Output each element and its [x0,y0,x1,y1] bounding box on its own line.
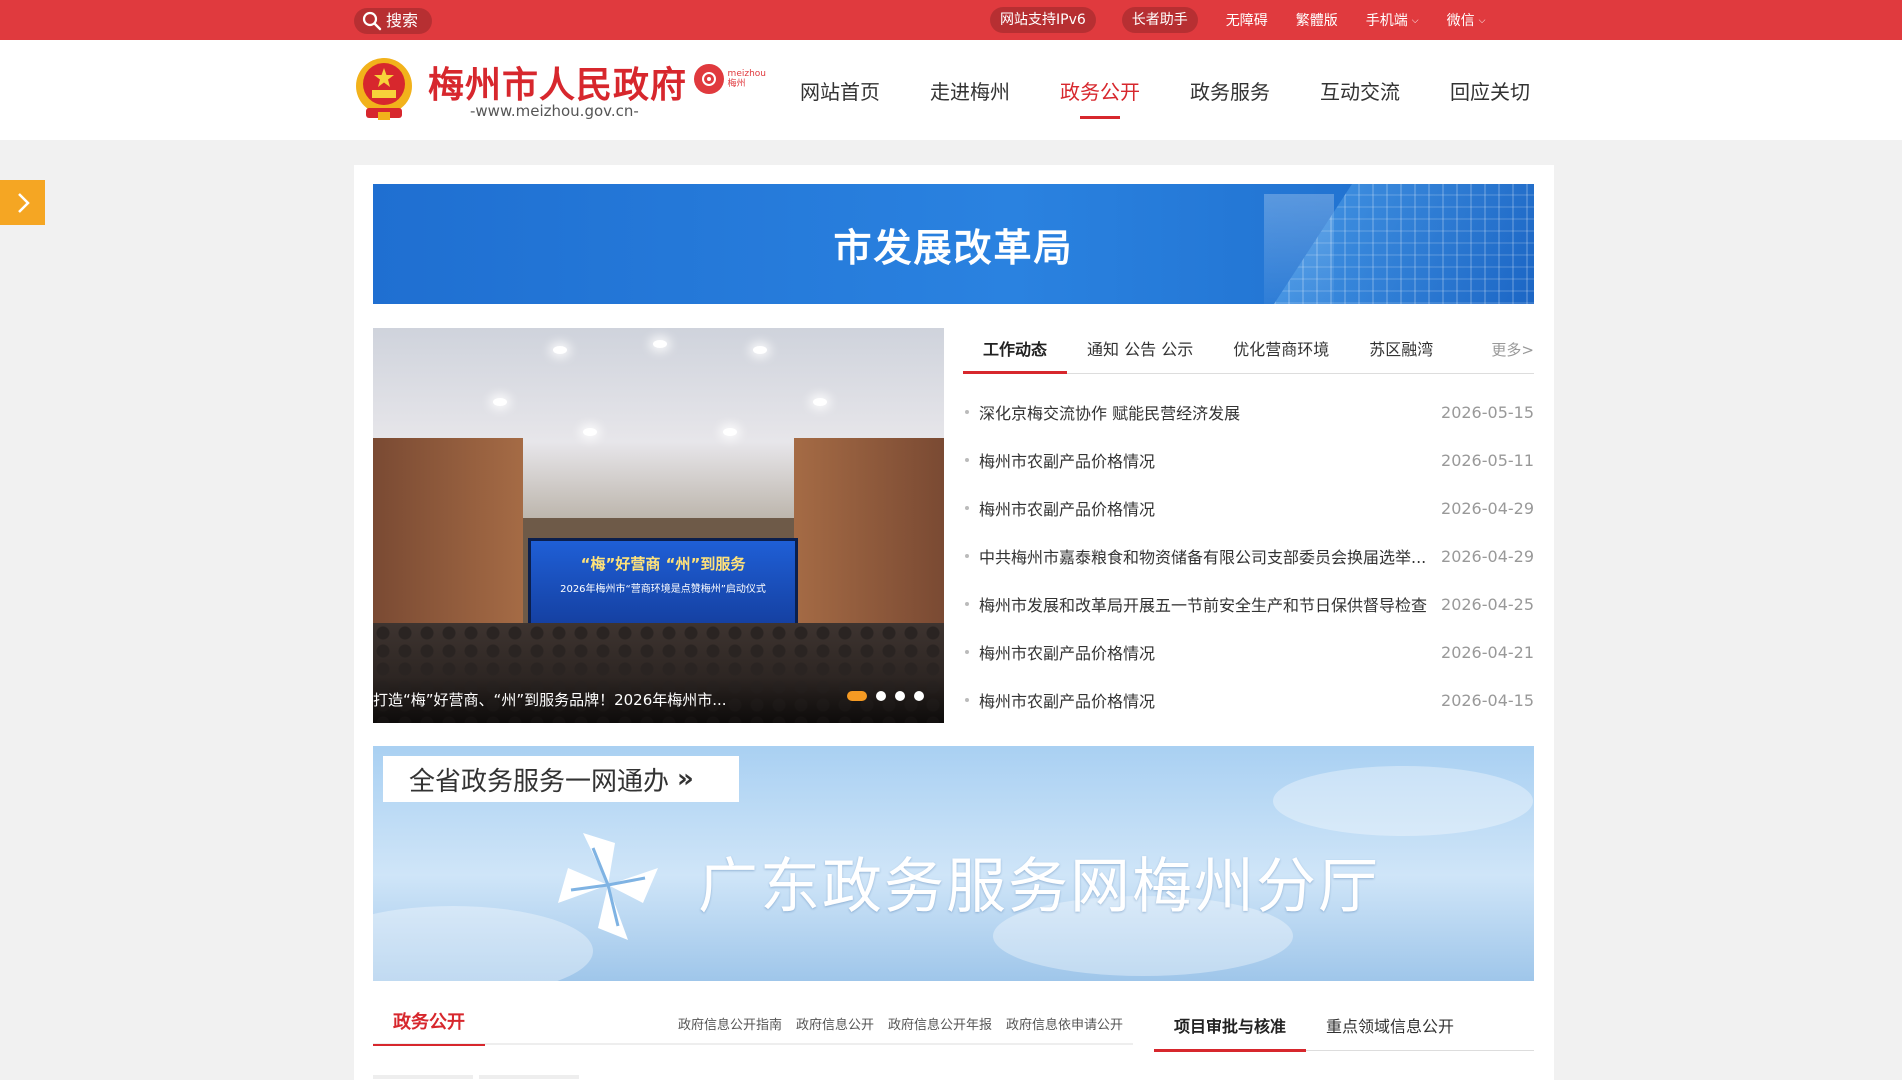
carousel-dot[interactable] [914,691,924,701]
news-tabs: 工作动态 通知 公告 公示 优化营商环境 苏区融湾 更多> [963,328,1534,374]
stage-screen: “梅”好营商 “州”到服务 2026年梅州市“营商环境是点赞梅州”启动仪式 [528,538,798,633]
carousel-caption-text: 打造“梅”好营商、“州”到服务品牌！2026年梅州市... [373,691,727,709]
list-item[interactable]: 梅州市农副产品价格情况 2026-04-29 [963,484,1534,532]
top-bar: 搜索 网站支持IPv6 长者助手 无障碍 繁體版 手机端 ⌵ 微信 ⌵ [0,0,1902,40]
news-date: 2026-05-15 [1441,402,1534,422]
site-header: 梅州市人民政府 -www.meizhou.gov.cn- meizhou 梅州 … [0,40,1902,140]
info-links: 政府信息公开指南 政府信息公开 政府信息公开年报 政府信息依申请公开 [678,1014,1133,1033]
main-panel: 市发展改革局 “梅”好营商 “州”到服务 2026年梅州市“营商环境是点赞梅州”… [354,165,1554,1080]
list-item[interactable]: 深化京梅交流协作 赋能民营经济发展 2026-05-15 [963,388,1534,436]
wechat-link[interactable]: 微信 ⌵ [1447,10,1486,30]
top-links: 网站支持IPv6 长者助手 无障碍 繁體版 手机端 ⌵ 微信 ⌵ [990,0,1513,40]
gov-affairs-open-header: 政务公开 政府信息公开指南 政府信息公开 政府信息公开年报 政府信息依申请公开 [373,1002,1133,1046]
city-logo-line2: 梅州 [727,79,746,89]
carousel-dots [847,691,924,701]
screen-event-title: 2026年梅州市“营商环境是点赞梅州”启动仪式 [560,584,766,595]
tab-business-environment[interactable]: 优化营商环境 [1213,327,1349,373]
city-logo-line1: meizhou [727,69,766,79]
search-label: 搜索 [386,11,419,30]
news-date: 2026-04-21 [1441,642,1534,662]
list-item[interactable]: 梅州市农副产品价格情况 2026-05-11 [963,436,1534,484]
list-item[interactable]: 梅州市农副产品价格情况 2026-04-15 [963,676,1534,724]
list-item[interactable]: 梅州市农副产品价格情况 2026-04-21 [963,628,1534,676]
site-name[interactable]: 梅州市人民政府 [428,56,687,108]
news-list: 深化京梅交流协作 赋能民营经济发展 2026-05-15 梅州市农副产品价格情况 2… [963,388,1534,724]
news-title[interactable]: 梅州市农副产品价格情况 [979,640,1441,664]
national-emblem-logo[interactable] [352,56,416,124]
news-title[interactable]: 梅州市农副产品价格情况 [979,496,1441,520]
nav-gov-services[interactable]: 政务服务 [1190,76,1270,105]
main-nav: 网站首页 走进梅州 政务公开 政务服务 互动交流 回应关切 [800,40,1530,140]
one-stop-service-label: 全省政务服务一网通办 [409,766,670,797]
mobile-label: 手机端 [1365,13,1408,29]
accessibility-link[interactable]: 无障碍 [1226,10,1268,30]
tab-work-updates[interactable]: 工作动态 [963,327,1068,374]
side-panel-toggle[interactable] [0,180,45,225]
nav-home[interactable]: 网站首页 [800,76,880,105]
info-request-link[interactable]: 政府信息依申请公开 [1006,1014,1123,1033]
news-title[interactable]: 中共梅州市嘉泰粮食和物资储备有限公司支部委员会换届选举... [979,544,1441,568]
news-title[interactable]: 深化京梅交流协作 赋能民营经济发展 [979,400,1441,424]
news-title[interactable]: 梅州市农副产品价格情况 [979,448,1441,472]
carousel-dot[interactable] [847,691,867,701]
tab-notices[interactable]: 通知 公告 公示 [1067,327,1213,373]
annual-report-link[interactable]: 政府信息公开年报 [888,1014,992,1033]
news-title[interactable]: 梅州市发展和改革局开展五一节前安全生产和节日保供督导检查 [979,592,1441,616]
search-button[interactable]: 搜索 [354,8,432,34]
project-tabs: 项目审批与核准 重点领域信息公开 [1154,1003,1534,1052]
info-guide-link[interactable]: 政府信息公开指南 [678,1014,782,1033]
wechat-label: 微信 [1446,13,1475,29]
gov-service-banner[interactable]: 全省政务服务一网通办 » 广东政务服务网梅州分厅 [373,746,1534,981]
news-title[interactable]: 梅州市农副产品价格情况 [979,688,1441,712]
news-date: 2026-04-29 [1441,546,1534,566]
news-date: 2026-04-15 [1441,690,1534,710]
list-item[interactable]: 梅州市发展和改革局开展五一节前安全生产和节日保供督导检查 2026-04-25 [963,580,1534,628]
news-section: 工作动态 通知 公告 公示 优化营商环境 苏区融湾 更多> 深化京梅交流协作 赋… [963,328,1534,723]
nav-gov-affairs-open[interactable]: 政务公开 [1060,76,1140,105]
site-url: -www.meizhou.gov.cn- [470,102,639,120]
double-chevron-right-icon: » [677,764,694,794]
pinwheel-logo-icon [558,833,658,940]
tab-project-approval[interactable]: 项目审批与核准 [1154,1003,1307,1052]
search-icon [362,11,382,31]
news-date: 2026-04-25 [1441,594,1534,614]
chevron-right-icon [17,192,30,213]
nav-about-meizhou[interactable]: 走进梅州 [930,76,1010,105]
one-stop-service-button[interactable]: 全省政务服务一网通办 » [383,756,739,802]
tab-key-area-info[interactable]: 重点领域信息公开 [1306,1003,1474,1051]
department-banner: 市发展改革局 [373,184,1534,304]
mobile-link[interactable]: 手机端 ⌵ [1366,10,1419,30]
screen-slogan: “梅”好营商 “州”到服务 [580,555,746,573]
traditional-chinese-link[interactable]: 繁體版 [1296,10,1338,30]
ipv6-link[interactable]: 网站支持IPv6 [990,7,1096,33]
more-link[interactable]: 更多> [1491,327,1534,373]
nav-interaction[interactable]: 互动交流 [1320,76,1400,105]
elder-assistant-link[interactable]: 长者助手 [1121,7,1198,33]
news-date: 2026-05-11 [1441,450,1534,470]
list-item[interactable]: 中共梅州市嘉泰粮食和物资储备有限公司支部委员会换届选举... 2026-04-29 [963,532,1534,580]
info-open-link[interactable]: 政府信息公开 [796,1014,874,1033]
tab-soviet-bay-area[interactable]: 苏区融湾 [1349,327,1453,373]
chevron-down-icon: ⌵ [1478,16,1486,26]
chevron-down-icon: ⌵ [1411,16,1419,26]
carousel-dot[interactable] [876,691,886,701]
section-title[interactable]: 政务公开 [373,1002,485,1046]
news-date: 2026-04-29 [1441,498,1534,518]
service-portal-title: 广东政务服务网梅州分厅 [698,852,1380,922]
nav-responses[interactable]: 回应关切 [1450,76,1530,105]
city-emblem-icon [694,64,724,94]
city-logo: meizhou 梅州 [694,62,766,96]
carousel-dot[interactable] [895,691,905,701]
department-title: 市发展改革局 [833,225,1074,270]
news-carousel[interactable]: “梅”好营商 “州”到服务 2026年梅州市“营商环境是点赞梅州”启动仪式 打造… [373,328,944,723]
